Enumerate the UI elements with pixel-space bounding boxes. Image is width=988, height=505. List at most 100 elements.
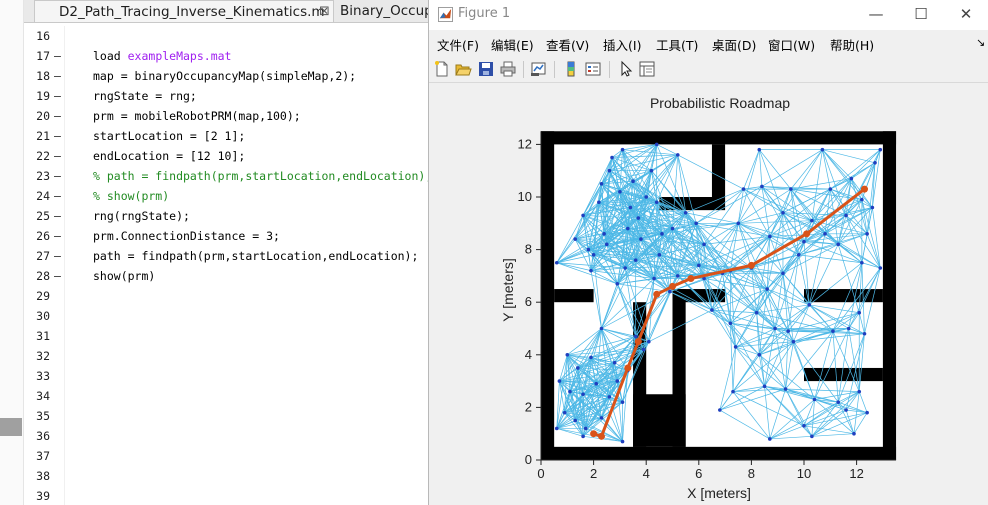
roadmap-node (773, 326, 777, 331)
roadmap-node (857, 310, 862, 315)
breakpoint-marker[interactable]: — (54, 269, 61, 283)
breakpoint-marker[interactable]: — (54, 249, 61, 263)
path-waypoint (624, 364, 632, 372)
menu-file[interactable]: 文件(F) (437, 35, 479, 54)
close-button[interactable]: ✕ (956, 4, 976, 24)
roadmap-node (694, 221, 698, 226)
line-number: 31 (36, 329, 50, 343)
code-line[interactable]: rng(rngState); (93, 209, 190, 223)
code-line[interactable]: prm.ConnectionDistance = 3; (93, 229, 280, 243)
menu-edit[interactable]: 编辑(E) (491, 35, 534, 54)
path-waypoint (860, 185, 868, 193)
breakpoint-marker[interactable]: — (54, 89, 61, 103)
roadmap-node (831, 329, 835, 333)
probabilistic-roadmap-plot[interactable]: Probabilistic Roadmap X [meters] Y [mete… (429, 84, 988, 505)
roadmap-node (736, 221, 741, 226)
link-plot-icon[interactable] (530, 60, 548, 78)
breakpoint-marker[interactable]: — (54, 189, 61, 203)
breakpoint-marker[interactable]: — (54, 49, 61, 63)
roadmap-node (802, 424, 806, 428)
code-comment-line[interactable]: % show(prm) (93, 189, 169, 203)
y-tick-label: 8 (525, 242, 532, 257)
roadmap-node (589, 355, 593, 360)
matlab-logo-icon (438, 7, 453, 22)
x-tick-label: 4 (643, 466, 650, 481)
toolbar-separator (554, 61, 555, 78)
maximize-button[interactable]: ☐ (911, 4, 931, 24)
map-obstacle (804, 367, 883, 382)
open-folder-icon[interactable] (454, 60, 472, 78)
y-tick-label: 12 (518, 136, 532, 151)
line-number: 28 (36, 269, 50, 283)
new-file-icon[interactable] (433, 60, 451, 78)
property-inspector-icon[interactable] (638, 60, 656, 78)
menu-insert[interactable]: 插入(I) (603, 35, 641, 54)
breakpoint-marker[interactable]: — (54, 209, 61, 223)
roadmap-node (654, 142, 659, 147)
menu-desktop[interactable]: 桌面(D) (712, 35, 756, 54)
breakpoint-marker[interactable]: — (54, 69, 61, 83)
menu-view[interactable]: 查看(V) (546, 35, 589, 54)
line-number: 36 (36, 429, 50, 443)
code-line[interactable]: rngState = rng; (93, 89, 197, 103)
code-line[interactable]: startLocation = [2 1]; (93, 129, 245, 143)
code-editor[interactable]: D2_Path_Tracing_Inverse_Kinematics.m ⊠ B… (0, 0, 432, 505)
roadmap-node (849, 176, 854, 181)
pointer-icon[interactable] (617, 60, 635, 78)
print-icon[interactable] (499, 60, 517, 78)
code-line[interactable]: load exampleMaps.mat (93, 49, 231, 63)
roadmap-node (878, 147, 883, 152)
menu-tools[interactable]: 工具(T) (656, 35, 698, 54)
figure-title-bar[interactable]: Figure 1 — ☐ ✕ (429, 0, 988, 30)
tab-d2-path-tracing[interactable]: D2_Path_Tracing_Inverse_Kinematics.m ⊠ (34, 0, 334, 22)
roadmap-node (873, 161, 877, 165)
roadmap-node (576, 366, 580, 370)
code-comment-line[interactable]: % path = findpath(prm,startLocation,endL… (93, 169, 432, 183)
code-line[interactable]: show(prm) (93, 269, 155, 283)
menu-window[interactable]: 窗口(W) (768, 35, 815, 54)
minimize-button[interactable]: — (866, 4, 886, 24)
code-line[interactable]: endLocation = [12 10]; (93, 149, 245, 163)
roadmap-node (573, 237, 577, 241)
line-number: 26 (36, 229, 50, 243)
roadmap-node (783, 387, 788, 391)
map-obstacle (541, 446, 897, 460)
roadmap-node (870, 205, 875, 210)
map-obstacle (541, 131, 555, 460)
roadmap-node (607, 168, 612, 173)
path-waypoint (687, 275, 695, 283)
breakpoint-marker[interactable]: — (54, 109, 61, 123)
roadmap-node (844, 408, 848, 412)
x-axis-label: X [meters] (687, 485, 751, 501)
figure-menu-bar: 文件(F) 编辑(E) 查看(V) 插入(I) 工具(T) 桌面(D) 窗口(W… (429, 31, 988, 55)
roadmap-node (639, 237, 643, 241)
roadmap-node (731, 389, 735, 394)
menu-dock-arrow-icon[interactable]: ↘ (976, 36, 985, 49)
path-waypoint (597, 432, 605, 440)
menu-help[interactable]: 帮助(H) (830, 35, 874, 54)
breakpoint-marker[interactable]: — (54, 169, 61, 183)
roadmap-node (554, 426, 559, 431)
breakpoint-marker[interactable]: — (54, 129, 61, 143)
path-waypoint (747, 261, 755, 269)
roadmap-node (675, 274, 680, 278)
tab-binary-occupancy[interactable]: Binary_Occupa (338, 0, 430, 22)
code-line[interactable]: map = binaryOccupancyMap(simpleMap,2); (93, 69, 356, 83)
save-icon[interactable] (477, 60, 495, 78)
breakpoint-marker[interactable]: — (54, 229, 61, 243)
roadmap-node (846, 326, 851, 331)
colorbar-icon[interactable] (562, 60, 580, 78)
roadmap-node (820, 147, 825, 152)
code-line[interactable]: path = findpath(prm,startLocation,endLoc… (93, 249, 418, 263)
breakpoint-marker[interactable]: — (54, 149, 61, 163)
code-token: rng(rngState); (93, 209, 190, 223)
roadmap-node (589, 268, 593, 273)
roadmap-node (862, 331, 867, 336)
code-line[interactable]: prm = mobileRobotPRM(map,100); (93, 109, 301, 123)
tab-close-icon[interactable]: ⊠ (319, 1, 330, 22)
splitter-handle[interactable] (0, 418, 22, 436)
roadmap-node (581, 392, 585, 397)
legend-icon[interactable] (584, 60, 602, 78)
roadmap-node (620, 439, 625, 444)
figure-title: Figure 1 (458, 6, 511, 21)
